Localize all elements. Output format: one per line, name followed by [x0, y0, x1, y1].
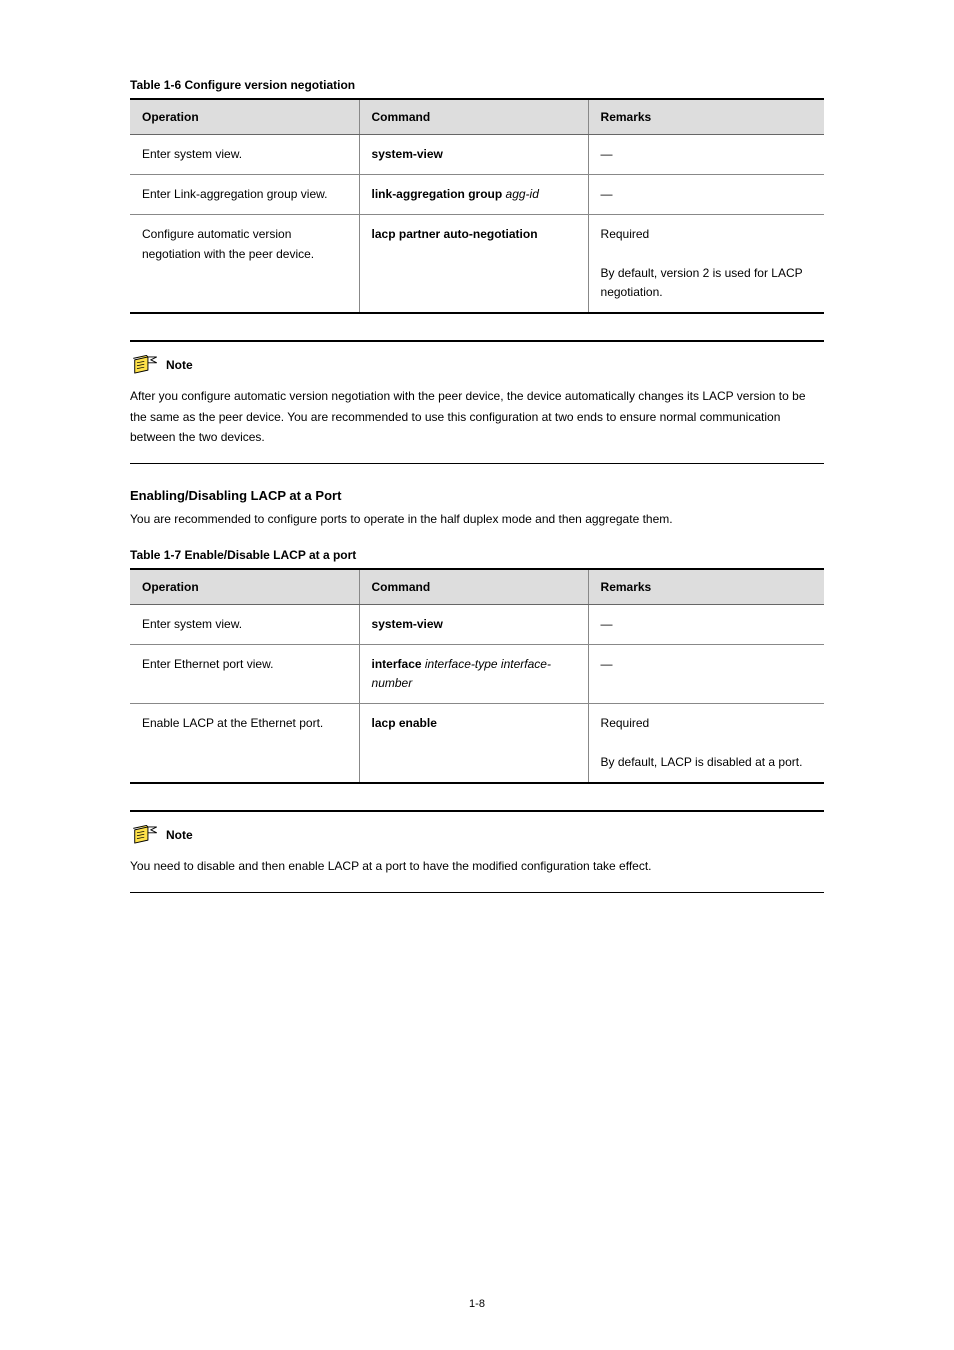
cell-remarks: Required By default, version 2 is used f…	[588, 215, 824, 313]
table1-header-remarks: Remarks	[588, 99, 824, 135]
cell-remarks: —	[588, 604, 824, 644]
note1-box: Note After you configure automatic versi…	[130, 340, 824, 464]
section-heading: Enabling/Disabling LACP at a Port	[130, 488, 824, 503]
table-row: Configure automatic version negotiation …	[130, 215, 824, 313]
table2: Operation Command Remarks Enter system v…	[130, 568, 824, 784]
table-row: Enter Ethernet port view. interface inte…	[130, 644, 824, 703]
table1-title: Table 1-6 Configure version negotiation	[130, 78, 824, 92]
table2-header-remarks: Remarks	[588, 569, 824, 605]
note2-box: Note You need to disable and then enable…	[130, 810, 824, 893]
table1: Operation Command Remarks Enter system v…	[130, 98, 824, 314]
cell-operation: Configure automatic version negotiation …	[130, 215, 359, 313]
table2-title: Table 1-7 Enable/Disable LACP at a port	[130, 548, 824, 562]
cell-command: system-view	[359, 604, 588, 644]
cell-command: system-view	[359, 135, 588, 175]
table-row: Enter system view. system-view —	[130, 604, 824, 644]
note1-label: Note	[166, 358, 193, 372]
cell-remarks: —	[588, 175, 824, 215]
cell-operation: Enter system view.	[130, 135, 359, 175]
table-row: Enter system view. system-view —	[130, 135, 824, 175]
note1-text: After you configure automatic version ne…	[130, 386, 824, 447]
table2-header-operation: Operation	[130, 569, 359, 605]
cell-remarks: Required By default, LACP is disabled at…	[588, 704, 824, 783]
section-para: You are recommended to configure ports t…	[130, 509, 824, 529]
cell-remarks: —	[588, 135, 824, 175]
note-icon	[130, 824, 160, 846]
table-row: Enable LACP at the Ethernet port. lacp e…	[130, 704, 824, 783]
cell-operation: Enable LACP at the Ethernet port.	[130, 704, 359, 783]
cell-operation: Enter system view.	[130, 604, 359, 644]
page-number: 1-8	[0, 1298, 954, 1310]
cell-command: lacp enable	[359, 704, 588, 783]
cell-operation: Enter Ethernet port view.	[130, 644, 359, 703]
note2-label: Note	[166, 828, 193, 842]
cell-operation: Enter Link-aggregation group view.	[130, 175, 359, 215]
table2-header-command: Command	[359, 569, 588, 605]
note-icon	[130, 354, 160, 376]
cell-command: link-aggregation group agg-id	[359, 175, 588, 215]
note2-text: You need to disable and then enable LACP…	[130, 856, 824, 876]
table1-header-command: Command	[359, 99, 588, 135]
table1-header-operation: Operation	[130, 99, 359, 135]
cell-command: interface interface-type interface-numbe…	[359, 644, 588, 703]
cell-command: lacp partner auto-negotiation	[359, 215, 588, 313]
table-row: Enter Link-aggregation group view. link-…	[130, 175, 824, 215]
cell-remarks: —	[588, 644, 824, 703]
